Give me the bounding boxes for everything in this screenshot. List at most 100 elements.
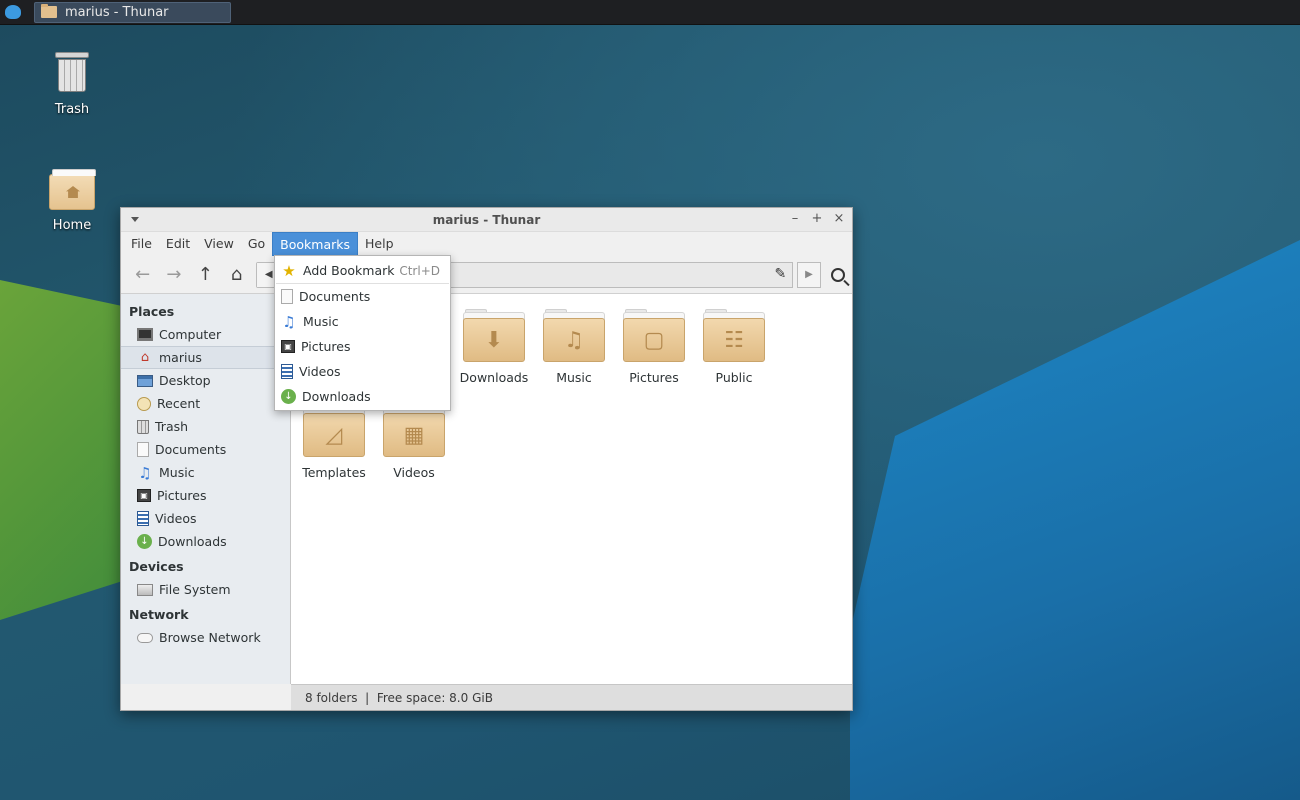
menu-item-bookmark-videos[interactable]: Videos: [275, 359, 450, 384]
file-item-downloads[interactable]: ⬇ Downloads: [454, 309, 534, 385]
menu-item-add-bookmark[interactable]: ★ Add Bookmark Ctrl+D: [275, 258, 450, 283]
chevron-right-icon[interactable]: ▶: [797, 261, 821, 288]
picture-icon: ▢: [623, 318, 685, 362]
sidebar-item-videos[interactable]: Videos: [121, 507, 290, 530]
menu-edit[interactable]: Edit: [159, 232, 197, 256]
sidebar-item-marius[interactable]: ⌂ marius: [121, 346, 290, 369]
star-bookmark-icon: ★: [282, 261, 296, 280]
trash-icon: [55, 50, 89, 92]
up-arrow-icon[interactable]: ↑: [192, 261, 219, 289]
file-item-pictures[interactable]: ▢ Pictures: [614, 309, 694, 385]
back-arrow-icon[interactable]: ←: [129, 261, 156, 289]
music-note-icon: ♫: [543, 318, 605, 362]
menu-go[interactable]: Go: [241, 232, 272, 256]
menu-item-label: Videos: [299, 364, 341, 379]
document-icon: [137, 442, 149, 457]
sidebar-item-pictures[interactable]: ▣ Pictures: [121, 484, 290, 507]
close-button[interactable]: ×: [832, 211, 846, 226]
menu-file[interactable]: File: [124, 232, 159, 256]
sidebar-item-downloads[interactable]: ↓ Downloads: [121, 530, 290, 553]
file-item-music[interactable]: ♫ Music: [534, 309, 614, 385]
home-folder-icon: [49, 169, 96, 210]
sidebar-header-devices: Devices: [129, 559, 184, 574]
applications-menu-button[interactable]: [0, 0, 26, 25]
music-note-icon: ♫: [282, 312, 296, 331]
status-text: 8 folders | Free space: 8.0 GiB: [305, 690, 493, 705]
menu-item-bookmark-music[interactable]: ♫ Music: [275, 309, 450, 334]
maximize-button[interactable]: +: [810, 211, 824, 226]
status-bar: 8 folders | Free space: 8.0 GiB: [291, 684, 852, 710]
menu-item-label: Downloads: [302, 389, 371, 404]
hard-drive-icon: [137, 583, 153, 596]
download-icon: ↓: [137, 534, 152, 549]
menu-item-label: Music: [303, 314, 339, 329]
file-item-public[interactable]: ☷ Public: [694, 309, 774, 385]
desktop-icon-home[interactable]: Home: [32, 169, 112, 233]
sidebar-header-places: Places: [129, 304, 175, 319]
pencil-icon[interactable]: ✎: [775, 266, 787, 282]
desktop-wallpaper-blue-shape: [850, 240, 1300, 800]
file-item-label: Videos: [393, 465, 435, 480]
trash-icon: [137, 419, 149, 434]
search-button[interactable]: [825, 261, 852, 289]
sidebar-item-label: Desktop: [159, 373, 211, 388]
thunar-window: marius - Thunar – + × File Edit View Go …: [120, 207, 853, 711]
menu-item-label: Documents: [299, 289, 371, 304]
menubar: File Edit View Go Bookmarks Help: [121, 232, 852, 256]
home-icon: ⌂: [140, 350, 150, 365]
file-item-templates[interactable]: ◿ Templates: [294, 404, 374, 480]
window-menu-arrow-icon[interactable]: [131, 217, 139, 222]
folder-icon: [41, 4, 57, 18]
forward-arrow-icon[interactable]: →: [160, 261, 187, 289]
sidebar-item-computer[interactable]: Computer: [121, 323, 290, 346]
menu-item-label: Pictures: [301, 339, 351, 354]
download-icon: ⬇: [463, 318, 525, 362]
menu-help[interactable]: Help: [358, 232, 401, 256]
menu-view[interactable]: View: [197, 232, 241, 256]
film-icon: [281, 364, 293, 379]
sidebar-item-label: File System: [159, 582, 231, 597]
picture-icon: ▣: [281, 340, 295, 353]
toolbar: ← → ↑ ⌂ ◀ ✎ ▶: [121, 256, 852, 294]
clock-icon: [137, 396, 151, 411]
home-icon[interactable]: ⌂: [223, 261, 250, 289]
sidebar-item-label: marius: [159, 350, 202, 365]
sidebar-header-network: Network: [129, 607, 189, 622]
file-item-videos[interactable]: ▦ Videos: [374, 404, 454, 480]
sidebar-item-label: Downloads: [158, 534, 227, 549]
sidebar-item-trash[interactable]: Trash: [121, 415, 290, 438]
file-item-label: Pictures: [629, 370, 679, 385]
file-item-label: Music: [556, 370, 592, 385]
file-item-label: Public: [715, 370, 753, 385]
taskbar-window-title: marius - Thunar: [65, 4, 169, 20]
sidebar-item-label: Browse Network: [159, 630, 261, 645]
file-item-label: Downloads: [459, 370, 529, 385]
sidebar-item-label: Recent: [157, 396, 201, 411]
sidebar-item-music[interactable]: ♫ Music: [121, 461, 290, 484]
sidebar-item-documents[interactable]: Documents: [121, 438, 290, 461]
file-item-label: Templates: [302, 465, 366, 480]
menu-item-bookmark-downloads[interactable]: ↓ Downloads: [275, 384, 450, 409]
sidebar-item-label: Videos: [155, 511, 197, 526]
sidebar-item-label: Trash: [155, 419, 189, 434]
window-titlebar[interactable]: marius - Thunar – + ×: [121, 208, 852, 232]
top-panel: marius - Thunar: [0, 0, 1300, 25]
computer-icon: [137, 328, 153, 341]
minimize-button[interactable]: –: [788, 211, 802, 226]
taskbar-window-button[interactable]: marius - Thunar: [34, 1, 231, 23]
sidebar-item-recent[interactable]: Recent: [121, 392, 290, 415]
menu-item-label: Add Bookmark: [303, 263, 395, 278]
sidebar-item-browse-network[interactable]: Browse Network: [121, 626, 290, 649]
search-icon: [831, 267, 846, 282]
desktop-icon: [137, 374, 153, 387]
template-icon: ◿: [303, 413, 365, 457]
sidebar-item-desktop[interactable]: Desktop: [121, 369, 290, 392]
menu-bookmarks[interactable]: Bookmarks: [272, 232, 358, 256]
music-note-icon: ♫: [138, 463, 152, 482]
desktop-icon-trash[interactable]: Trash: [32, 50, 112, 117]
sidebar-item-file-system[interactable]: File System: [121, 578, 290, 601]
bookmarks-menu: ★ Add Bookmark Ctrl+D Documents ♫ Music …: [274, 255, 451, 411]
document-icon: [281, 289, 293, 304]
menu-item-bookmark-pictures[interactable]: ▣ Pictures: [275, 334, 450, 359]
menu-item-bookmark-documents[interactable]: Documents: [275, 284, 450, 309]
